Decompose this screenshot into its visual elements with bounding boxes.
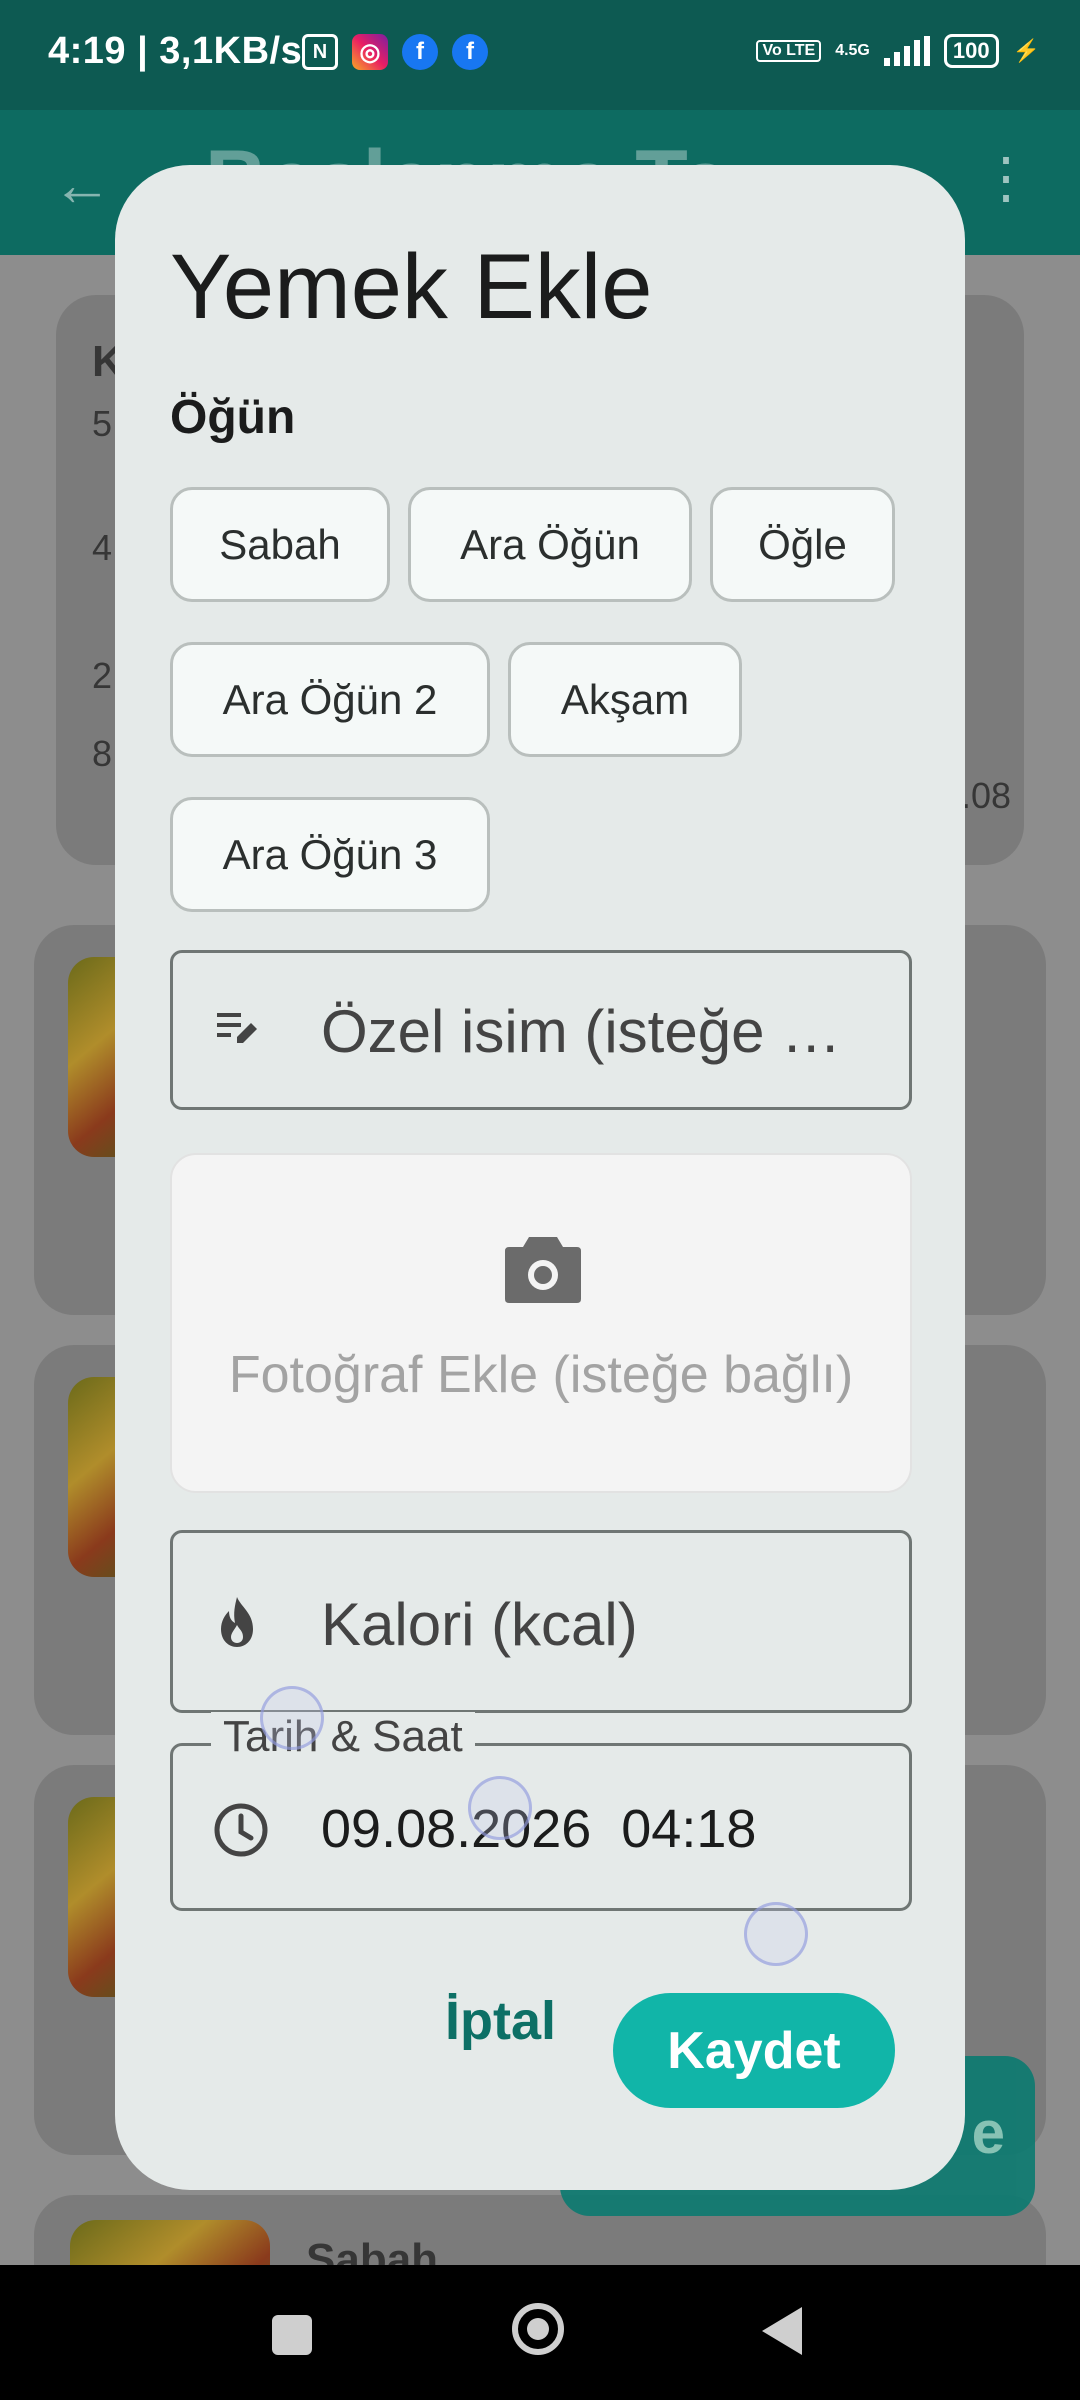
system-status-icons: Vo LTE 4.5G 100 ⚡ xyxy=(756,34,1040,68)
axis-number: 2 xyxy=(92,655,113,696)
chip-ogle[interactable]: Öğle xyxy=(710,487,895,602)
chip-aksam[interactable]: Akşam xyxy=(508,642,742,757)
system-nav-bar xyxy=(0,2265,1080,2400)
signal-icon xyxy=(883,36,930,66)
chip-ara-ogun-2[interactable]: Ara Öğün 2 xyxy=(170,642,490,757)
home-button[interactable] xyxy=(512,2303,564,2355)
status-bar: 4:19 | 3,1KB/s N ◎ f f Vo LTE 4.5G 100 ⚡ xyxy=(0,0,1080,110)
recent-apps-button[interactable] xyxy=(272,2315,312,2355)
instagram-icon: ◎ xyxy=(352,34,388,70)
add-meal-dialog: Yemek Ekle Öğün Sabah Ara Öğün Öğle Ara … xyxy=(115,165,965,2190)
calorie-placeholder: Kalori (kcal) xyxy=(321,1591,638,1658)
edit-note-icon xyxy=(213,1003,261,1062)
chip-ara-ogun-3[interactable]: Ara Öğün 3 xyxy=(170,797,490,912)
add-photo-area[interactable]: Fotoğraf Ekle (isteğe bağlı) xyxy=(170,1153,912,1493)
datetime-field[interactable]: Tarih & Saat 09.08.2026 04:18 xyxy=(170,1712,912,1911)
charging-icon: ⚡ xyxy=(1012,38,1040,63)
facebook-icon: f xyxy=(402,34,438,70)
meal-section-label: Öğün xyxy=(170,391,296,444)
dialog-title: Yemek Ekle xyxy=(170,236,653,338)
chart-date: .08 xyxy=(961,775,1012,816)
camera-icon xyxy=(505,1237,581,1303)
network-type: 4.5G xyxy=(835,42,870,59)
touch-indicator xyxy=(468,1776,532,1840)
nfc-icon: N xyxy=(302,34,338,70)
save-button[interactable]: Kaydet xyxy=(613,1993,895,2108)
facebook-icon: f xyxy=(452,34,488,70)
volte-icon: Vo LTE xyxy=(756,40,822,62)
notification-icons: N ◎ f f xyxy=(302,34,488,70)
custom-name-placeholder: Özel isim (isteğe … xyxy=(321,998,842,1065)
axis-number: 5 xyxy=(92,403,113,444)
touch-indicator xyxy=(260,1686,324,1750)
axis-number: 8 xyxy=(92,733,113,774)
clock-icon xyxy=(213,1802,269,1869)
battery-icon: 100 xyxy=(943,34,999,68)
datetime-value: 09.08.2026 04:18 xyxy=(321,1799,757,1859)
calorie-field[interactable]: Kalori (kcal) xyxy=(170,1530,912,1713)
chip-sabah[interactable]: Sabah xyxy=(170,487,390,602)
axis-number: 4 xyxy=(92,527,113,568)
cancel-button[interactable]: İptal xyxy=(445,1990,556,2052)
back-button[interactable] xyxy=(762,2307,802,2355)
touch-indicator xyxy=(744,1902,808,1966)
arrow-back-icon[interactable]: ← xyxy=(52,150,112,219)
more-vert-icon[interactable]: ⋮ xyxy=(978,150,1034,206)
fab-label: e xyxy=(971,2099,1005,2166)
chip-ara-ogun[interactable]: Ara Öğün xyxy=(408,487,692,602)
custom-name-field[interactable]: Özel isim (isteğe … xyxy=(170,950,912,1110)
status-time: 4:19 | 3,1KB/s xyxy=(48,30,303,72)
add-photo-label: Fotoğraf Ekle (isteğe bağlı) xyxy=(228,1346,854,1404)
fire-icon xyxy=(213,1595,261,1660)
datetime-label: Tarih & Saat xyxy=(211,1712,475,1762)
